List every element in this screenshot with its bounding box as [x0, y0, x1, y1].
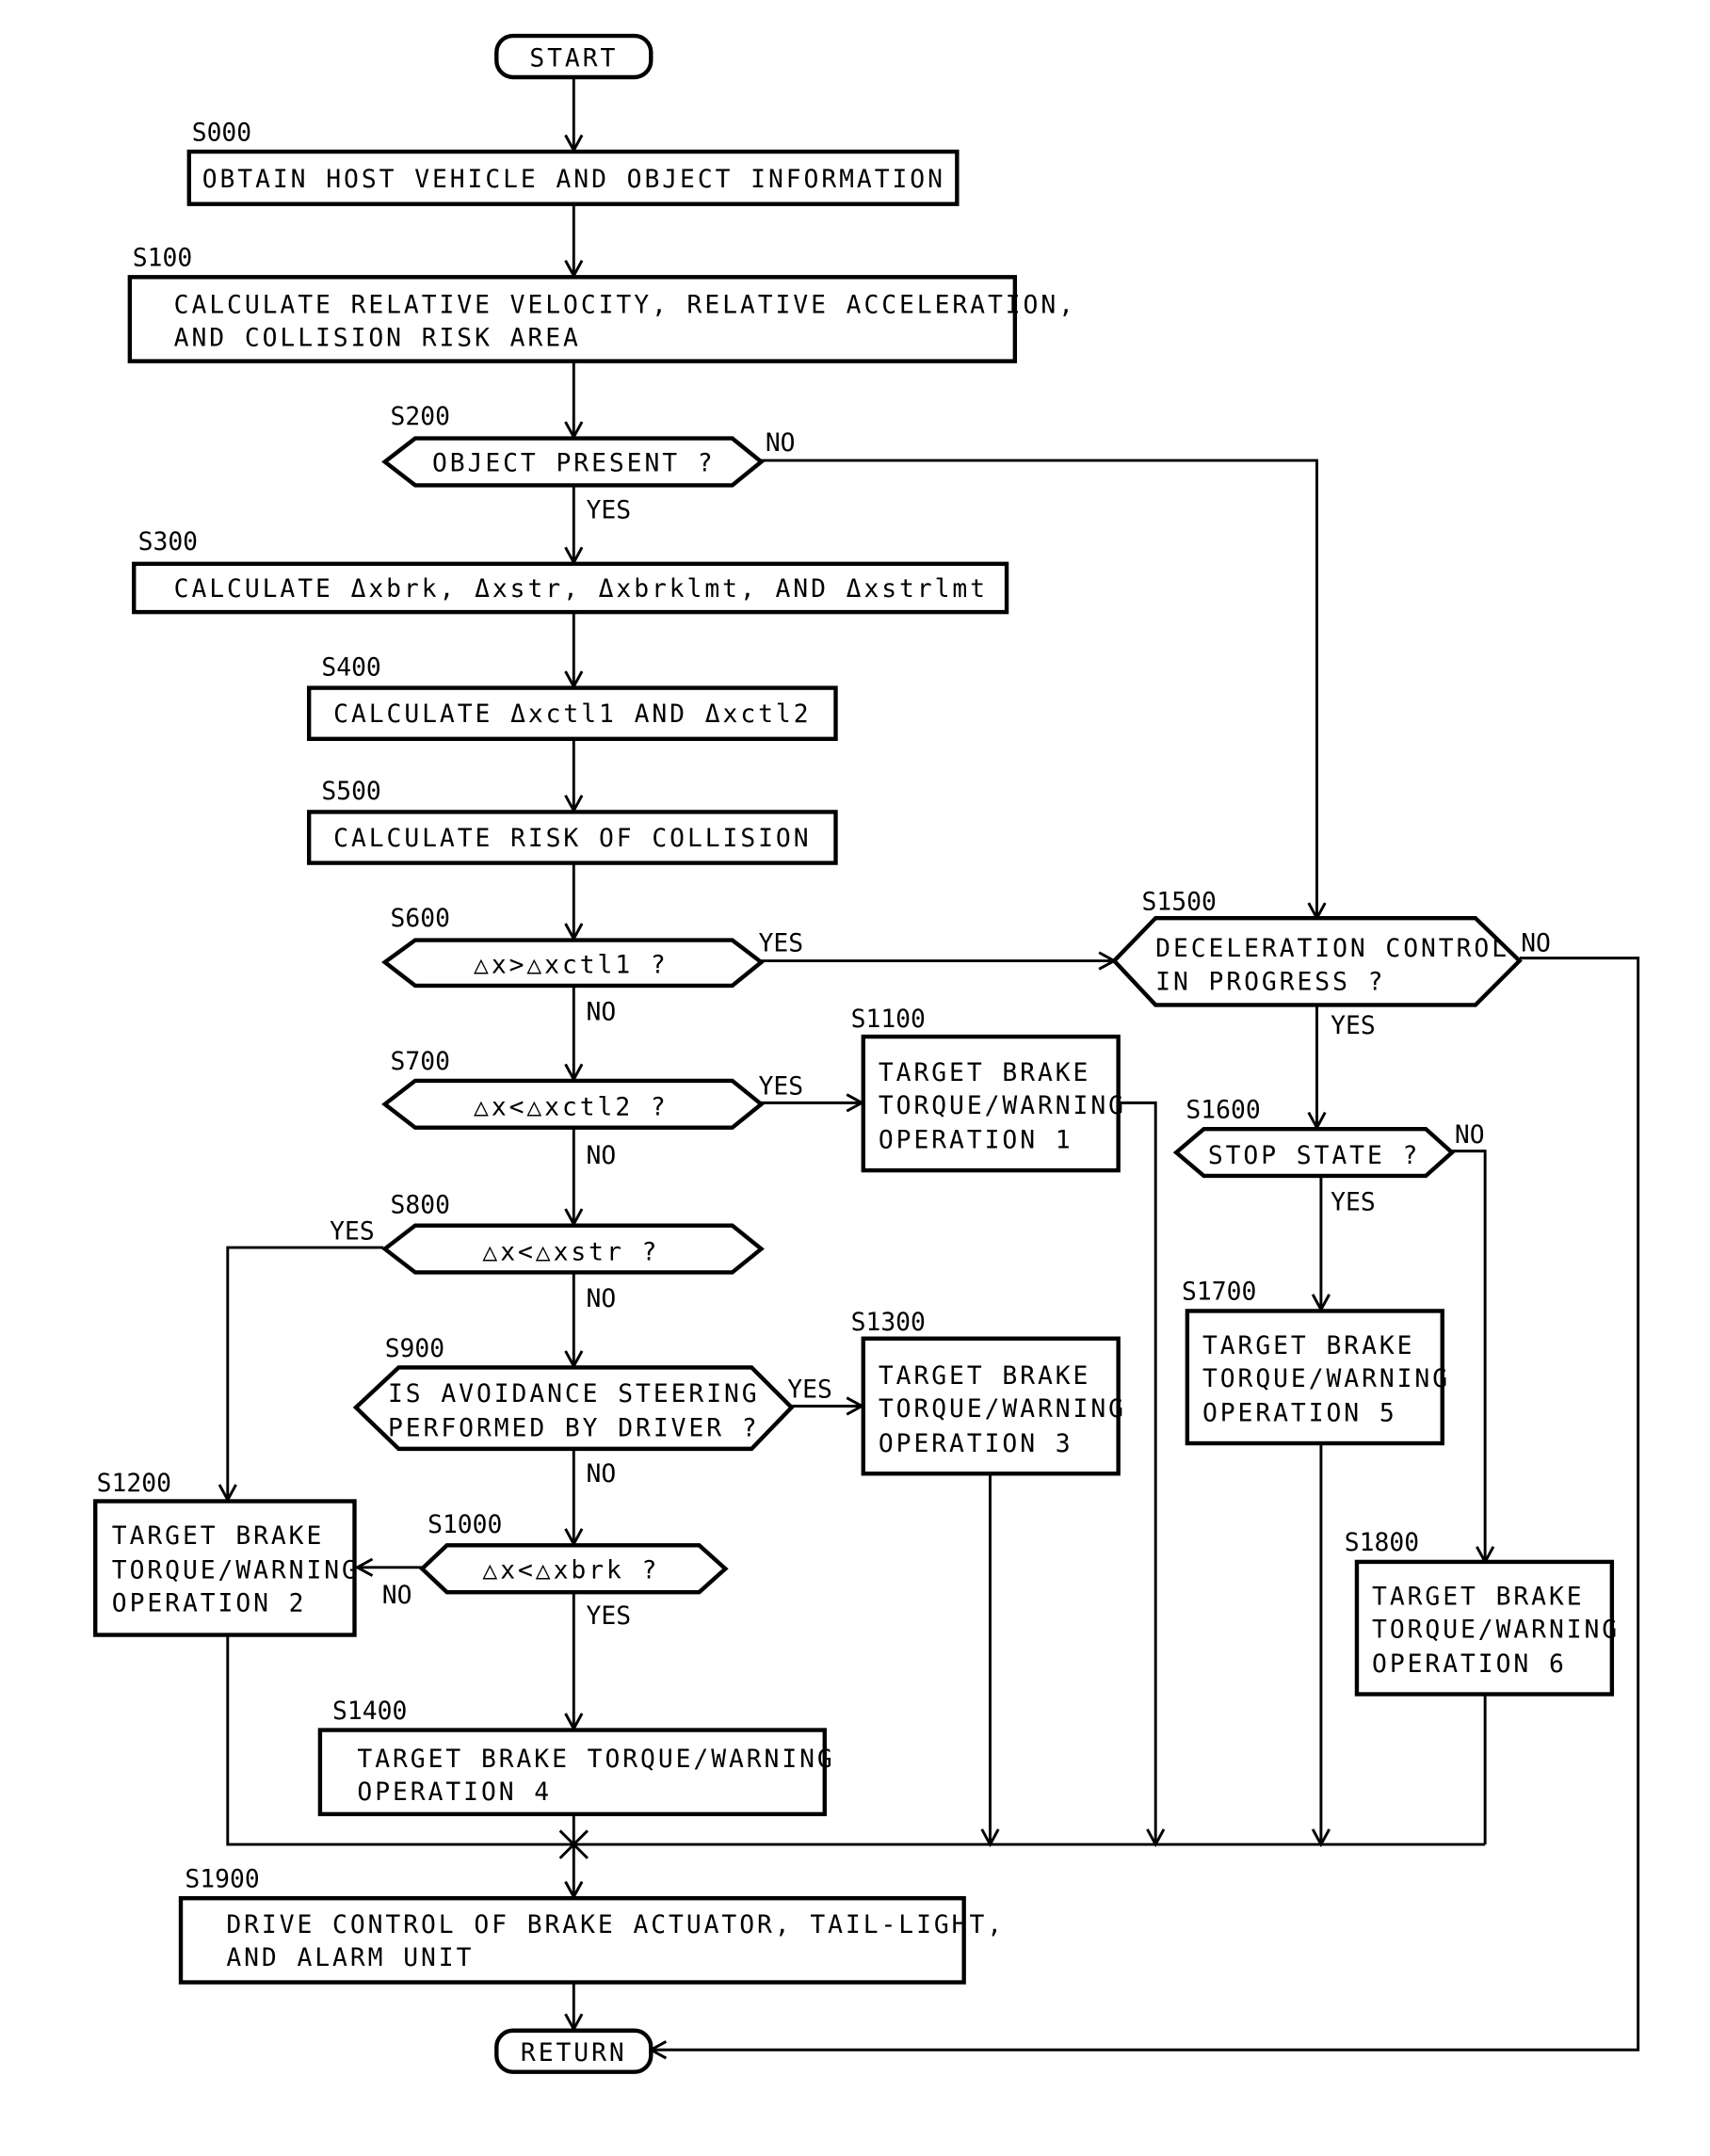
- step-text: OPERATION 3: [879, 1430, 1073, 1458]
- step-id: S1500: [1142, 888, 1217, 916]
- step-id: S1800: [1345, 1529, 1419, 1557]
- step-id: S1700: [1182, 1279, 1256, 1307]
- line-s1100-out: [1118, 1101, 1156, 1844]
- step-text: CALCULATE Δxbrk, Δxstr, Δxbrklmt, AND Δx…: [174, 575, 988, 603]
- step-text: TARGET BRAKE: [879, 1362, 1090, 1391]
- step-id: S1300: [851, 1309, 926, 1337]
- terminal-return-label: RETURN: [521, 2039, 627, 2068]
- step-s1100: S1100 TARGET BRAKE TORQUE/WARNING OPERAT…: [851, 1006, 1126, 1173]
- branch-yes: YES: [759, 929, 804, 957]
- branch-yes: YES: [586, 1602, 631, 1631]
- arrow-s1500-no-return: [651, 957, 1640, 2051]
- decision-s1500: S1500 DECELERATION CONTROL IN PROGRESS ?…: [1111, 888, 1551, 1040]
- step-text: △x<△xbrk ?: [482, 1557, 659, 1585]
- step-text: TARGET BRAKE: [1372, 1583, 1584, 1611]
- step-s300: S300 CALCULATE Δxbrk, Δxstr, Δxbrklmt, A…: [132, 528, 1009, 615]
- step-text: AND ALARM UNIT: [226, 1944, 474, 1972]
- step-id: S1600: [1186, 1096, 1260, 1124]
- branch-yes: YES: [787, 1376, 832, 1405]
- branch-no: NO: [586, 1142, 616, 1170]
- step-text: TARGET BRAKE: [112, 1522, 324, 1551]
- branch-no: NO: [766, 429, 796, 458]
- step-id: S1400: [332, 1697, 407, 1726]
- branch-yes: YES: [759, 1073, 804, 1102]
- step-text: AND COLLISION RISK AREA: [174, 325, 581, 353]
- decision-s1600: S1600 STOP STATE ? NO YES: [1172, 1096, 1485, 1217]
- terminal-start: START: [494, 33, 653, 80]
- arrow-s1600-no-s1800: [1451, 1150, 1485, 1562]
- step-text: △x<△xstr ?: [482, 1238, 659, 1266]
- step-s1900: S1900 DRIVE CONTROL OF BRAKE ACTUATOR, T…: [178, 1865, 1005, 1985]
- step-text: △x<△xctl2 ?: [474, 1094, 669, 1122]
- step-text: △x>△xctl1 ?: [474, 952, 669, 980]
- step-id: S600: [391, 905, 450, 933]
- step-text: STOP STATE ?: [1208, 1142, 1420, 1170]
- step-id: S800: [391, 1191, 450, 1219]
- step-text: PERFORMED BY DRIVER ?: [388, 1415, 760, 1443]
- step-s1300: S1300 TARGET BRAKE TORQUE/WARNING OPERAT…: [851, 1309, 1126, 1476]
- step-id: S300: [138, 528, 198, 556]
- step-text: DECELERATION CONTROL: [1155, 935, 1509, 963]
- step-text: OPERATION 2: [112, 1590, 307, 1618]
- step-id: S1000: [428, 1511, 502, 1539]
- step-text: TORQUE/WARNING: [879, 1395, 1126, 1424]
- branch-no: NO: [1521, 929, 1551, 957]
- branch-no: NO: [1455, 1121, 1485, 1150]
- step-id: S1200: [97, 1470, 171, 1498]
- step-id: S500: [321, 778, 380, 806]
- decision-s700: S700 △x<△xctl2 ? YES NO: [381, 1048, 804, 1170]
- step-text: OPERATION 5: [1202, 1400, 1397, 1428]
- step-text: DRIVE CONTROL OF BRAKE ACTUATOR, TAIL-LI…: [226, 1911, 1005, 1939]
- step-s1400: S1400 TARGET BRAKE TORQUE/WARNING OPERAT…: [317, 1697, 834, 1817]
- step-s100: S100 CALCULATE RELATIVE VELOCITY, RELATI…: [127, 245, 1076, 363]
- step-id: S1900: [185, 1865, 259, 1893]
- branch-yes: YES: [1331, 1189, 1376, 1217]
- step-text: IS AVOIDANCE STEERING: [388, 1380, 760, 1408]
- branch-no: NO: [586, 999, 616, 1027]
- decision-s200: S200 OBJECT PRESENT ? NO YES: [381, 403, 796, 525]
- step-text: OPERATION 6: [1372, 1650, 1567, 1679]
- branch-yes: YES: [586, 497, 631, 525]
- step-id: S400: [321, 653, 380, 682]
- terminal-start-label: START: [529, 44, 618, 72]
- step-text: TORQUE/WARNING: [879, 1092, 1126, 1120]
- step-id: S900: [385, 1335, 444, 1363]
- step-id: S700: [391, 1048, 450, 1076]
- step-id: S1100: [851, 1006, 926, 1034]
- step-text: IN PROGRESS ?: [1155, 968, 1385, 996]
- step-text: CALCULATE RISK OF COLLISION: [333, 825, 811, 853]
- step-text: TORQUE/WARNING: [1202, 1365, 1450, 1393]
- step-id: S200: [391, 403, 450, 431]
- step-text: TORQUE/WARNING: [1372, 1616, 1620, 1644]
- branch-yes: YES: [1331, 1012, 1376, 1040]
- step-text: CALCULATE RELATIVE VELOCITY, RELATIVE AC…: [174, 291, 1076, 319]
- decision-s900: S900 IS AVOIDANCE STEERING PERFORMED BY …: [352, 1335, 832, 1488]
- decision-s1000: S1000 △x<△xbrk ? NO YES: [382, 1511, 729, 1631]
- step-text: TORQUE/WARNING: [112, 1557, 360, 1585]
- step-text: OBJECT PRESENT ?: [432, 450, 716, 478]
- step-text: CALCULATE Δxctl1 AND Δxctl2: [333, 700, 811, 729]
- flowchart: START RETURN S000 OBTAIN HOST VEHICLE AN…: [93, 33, 1640, 2074]
- branch-no: NO: [586, 1460, 616, 1488]
- step-id: S000: [192, 119, 251, 147]
- decision-s800: S800 △x<△xstr ? YES NO: [330, 1191, 765, 1313]
- terminal-return: RETURN: [494, 2028, 653, 2074]
- arrow-s200-no-s1500: [761, 459, 1316, 918]
- branch-yes: YES: [330, 1217, 375, 1246]
- step-text: OPERATION 1: [879, 1127, 1073, 1155]
- step-text: OBTAIN HOST VEHICLE AND OBJECT INFORMATI…: [202, 166, 945, 194]
- step-s1700: S1700 TARGET BRAKE TORQUE/WARNING OPERAT…: [1182, 1279, 1450, 1446]
- branch-no: NO: [586, 1285, 616, 1313]
- step-text: TARGET BRAKE: [879, 1059, 1090, 1087]
- branch-no: NO: [382, 1582, 412, 1610]
- decision-s600: S600 △x>△xctl1 ? YES NO: [381, 905, 804, 1027]
- arrow-s800-yes-s1200: [228, 1246, 384, 1500]
- step-s1800: S1800 TARGET BRAKE TORQUE/WARNING OPERAT…: [1345, 1529, 1620, 1697]
- step-text: OPERATION 4: [357, 1778, 552, 1807]
- step-text: TARGET BRAKE: [1202, 1332, 1414, 1360]
- step-id: S100: [133, 245, 192, 273]
- step-text: TARGET BRAKE TORQUE/WARNING: [357, 1746, 834, 1774]
